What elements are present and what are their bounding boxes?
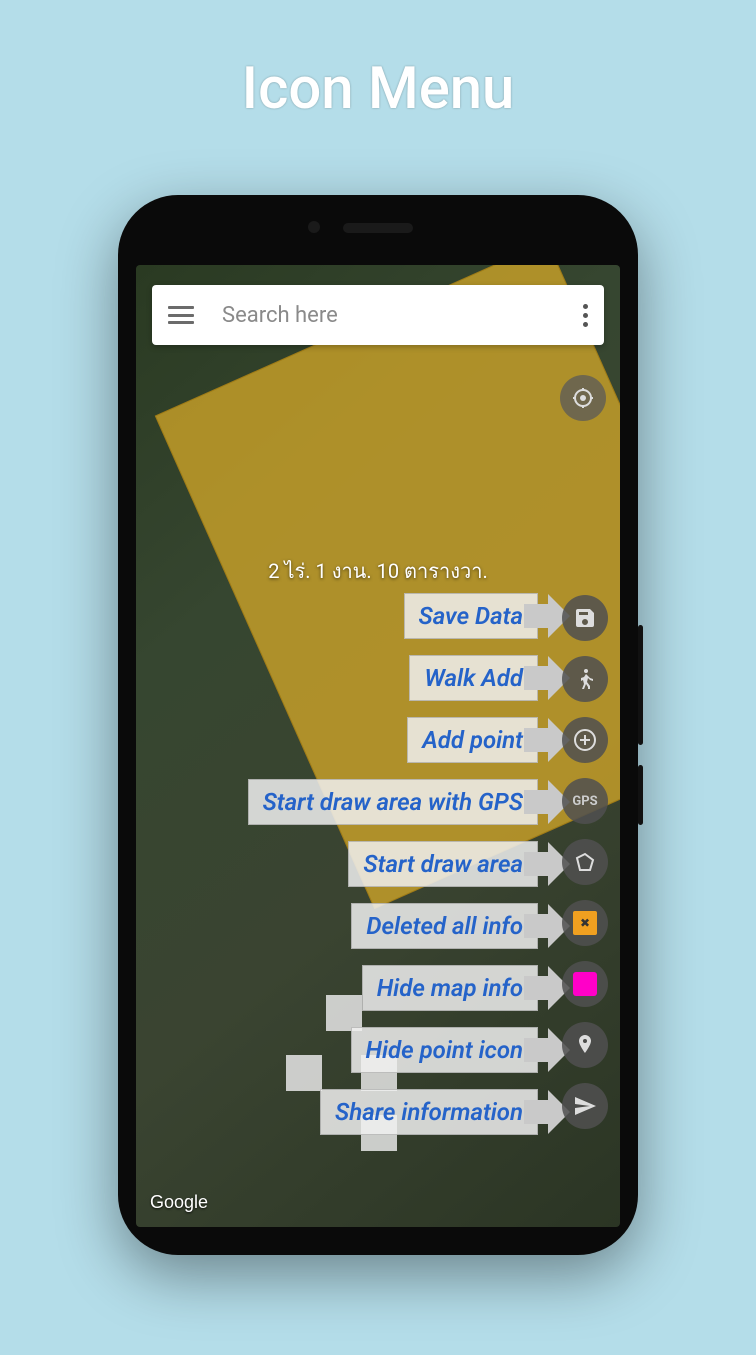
label-add-point: Add point (407, 717, 538, 763)
area-measurement-text: 2 ไร่. 1 งาน. 10 ตารางวา. (136, 555, 620, 587)
pin-icon (573, 1033, 597, 1057)
crosshair-icon (571, 386, 595, 410)
label-deleted-all: Deleted all info (351, 903, 538, 949)
phone-frame: Search here 2 ไร่. 1 งาน. 10 ตารางวา. Sa… (118, 195, 638, 1255)
layers-icon (573, 972, 597, 996)
map-attribution: Google (150, 1192, 208, 1213)
icon-toolbar: GPS ✖ (562, 595, 608, 1129)
walk-icon (573, 667, 597, 691)
label-walk-add: Walk Add (409, 655, 538, 701)
save-button[interactable] (562, 595, 608, 641)
menu-label-row: Save Data (404, 591, 548, 641)
menu-labels: Save Data Walk Add Add point Start draw … (248, 591, 548, 1137)
menu-label-row: Hide map info (362, 963, 548, 1013)
walk-add-button[interactable] (562, 656, 608, 702)
menu-label-row: Deleted all info (351, 901, 548, 951)
label-start-draw-gps: Start draw area with GPS (248, 779, 538, 825)
more-icon[interactable] (583, 304, 588, 327)
menu-label-row: Add point (407, 715, 548, 765)
plus-icon (573, 728, 597, 752)
share-button[interactable] (562, 1083, 608, 1129)
delete-icon: ✖ (573, 911, 597, 935)
label-save-data: Save Data (404, 593, 538, 639)
menu-icon[interactable] (168, 306, 194, 324)
menu-label-row: Hide point icon (351, 1025, 548, 1075)
phone-side-button (638, 765, 643, 825)
label-start-draw: Start draw area (348, 841, 538, 887)
draw-area-button[interactable] (562, 839, 608, 885)
gps-icon: GPS (572, 794, 597, 809)
label-share-info: Share information (320, 1089, 538, 1135)
delete-all-button[interactable]: ✖ (562, 900, 608, 946)
search-input[interactable]: Search here (222, 303, 583, 328)
screen: Search here 2 ไร่. 1 งาน. 10 ตารางวา. Sa… (136, 265, 620, 1227)
search-bar[interactable]: Search here (152, 285, 604, 345)
menu-label-row: Share information (320, 1087, 548, 1137)
send-icon (573, 1094, 597, 1118)
gps-draw-button[interactable]: GPS (562, 778, 608, 824)
menu-label-row: Start draw area with GPS (248, 777, 548, 827)
menu-label-row: Walk Add (409, 653, 548, 703)
label-hide-map-info: Hide map info (362, 965, 538, 1011)
label-hide-point-icon: Hide point icon (351, 1027, 538, 1073)
add-point-button[interactable] (562, 717, 608, 763)
locate-button[interactable] (560, 375, 606, 421)
save-icon (573, 606, 597, 630)
hide-map-info-button[interactable] (562, 961, 608, 1007)
page-title: Icon Menu (0, 0, 756, 123)
hide-point-icon-button[interactable] (562, 1022, 608, 1068)
menu-label-row: Start draw area (348, 839, 548, 889)
polygon-icon (573, 850, 597, 874)
phone-side-button (638, 625, 643, 745)
